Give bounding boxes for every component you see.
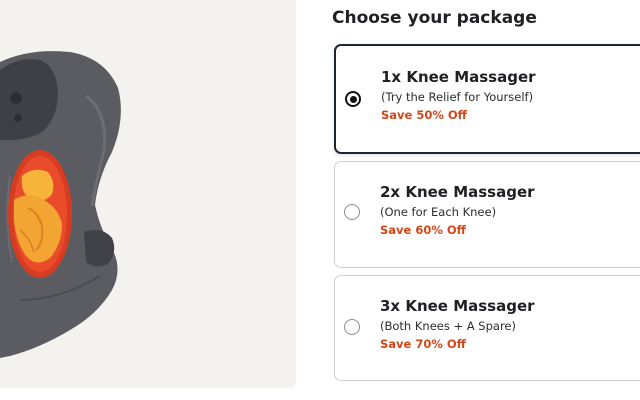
radio-button[interactable] bbox=[344, 319, 360, 335]
radio-button-selected[interactable] bbox=[345, 91, 361, 107]
package-option-text: 2x Knee Massager (One for Each Knee) Sav… bbox=[380, 183, 535, 238]
package-subtitle: (One for Each Knee) bbox=[380, 205, 497, 219]
package-option-1x[interactable]: 1x Knee Massager (Try the Relief for You… bbox=[334, 44, 640, 154]
package-savings: Save 60% Off bbox=[380, 223, 466, 237]
package-option-2x[interactable]: 2x Knee Massager (One for Each Knee) Sav… bbox=[334, 161, 640, 268]
package-option-text: 3x Knee Massager (Both Knees + A Spare) … bbox=[380, 297, 535, 352]
package-savings: Save 70% Off bbox=[380, 337, 466, 351]
radio-button[interactable] bbox=[344, 204, 360, 220]
page-title: Choose your package bbox=[332, 8, 537, 28]
product-image-panel bbox=[0, 0, 296, 388]
package-selector: Choose your package 1x Knee Massager (Tr… bbox=[0, 0, 640, 400]
package-savings: Save 50% Off bbox=[381, 108, 467, 122]
knee-massager-image bbox=[0, 51, 121, 358]
package-subtitle: (Both Knees + A Spare) bbox=[380, 319, 516, 333]
package-option-3x[interactable]: 3x Knee Massager (Both Knees + A Spare) … bbox=[334, 275, 640, 381]
package-title: 1x Knee Massager bbox=[381, 68, 536, 86]
package-option-text: 1x Knee Massager (Try the Relief for You… bbox=[381, 68, 536, 123]
package-title: 3x Knee Massager bbox=[380, 297, 535, 315]
package-title: 2x Knee Massager bbox=[380, 183, 535, 201]
package-subtitle: (Try the Relief for Yourself) bbox=[381, 90, 534, 104]
